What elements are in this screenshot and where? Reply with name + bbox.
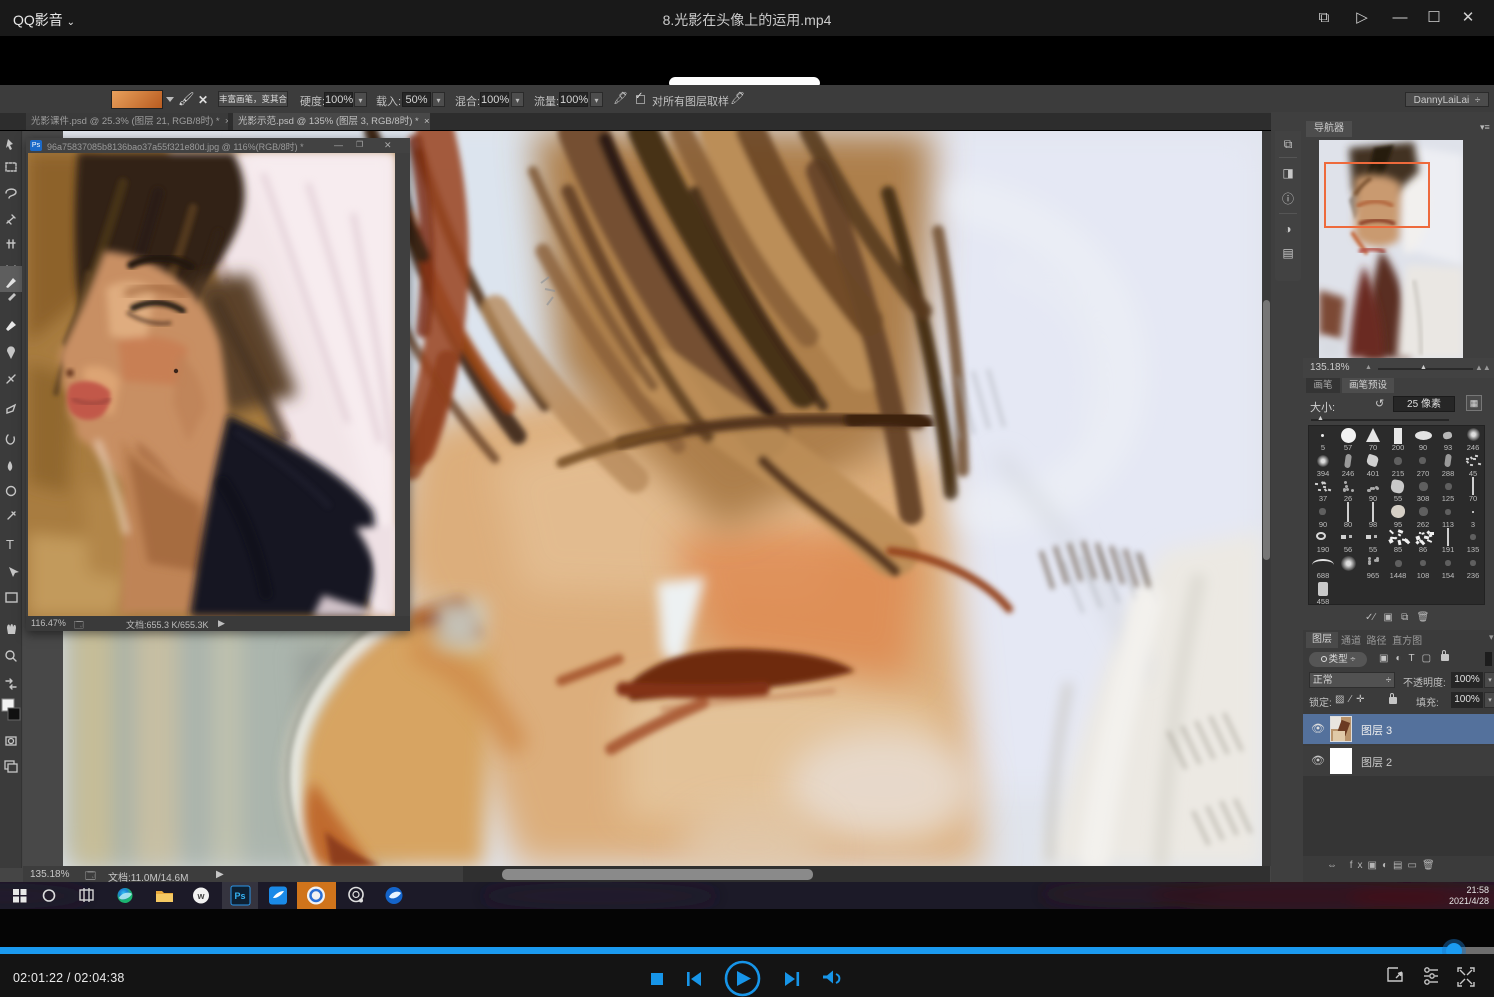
svg-text:w: w: [196, 891, 205, 901]
svg-text:2021/4/28: 2021/4/28: [1449, 896, 1489, 906]
svg-text:T: T: [6, 537, 14, 552]
svg-text:Ps: Ps: [234, 891, 245, 901]
svg-text:21:58: 21:58: [1466, 885, 1489, 895]
